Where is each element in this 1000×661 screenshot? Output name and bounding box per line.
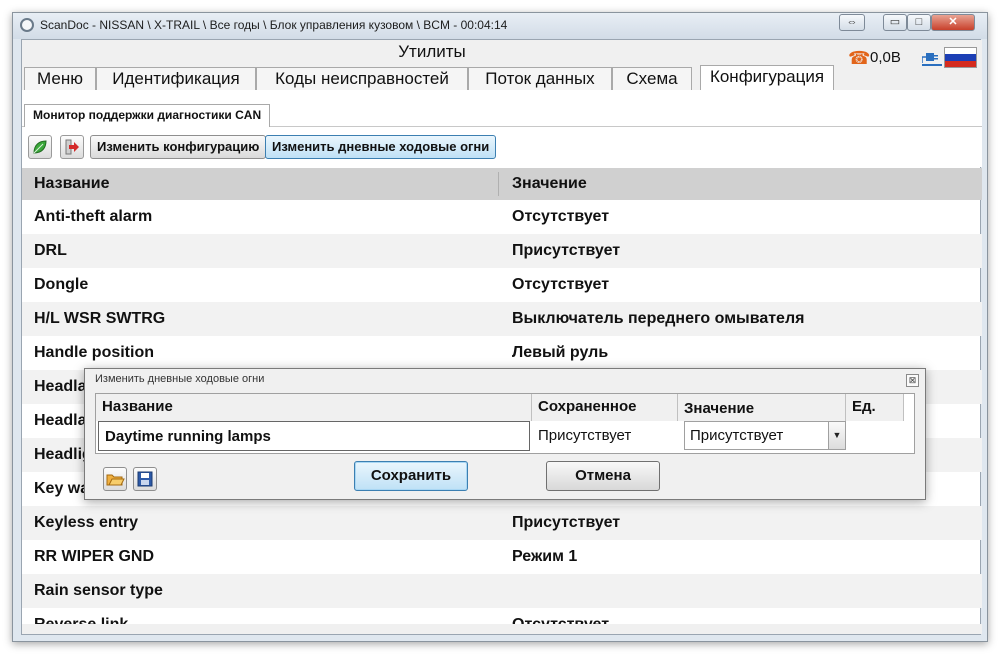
table-row[interactable]: H/L WSR SWTRG Выключатель переднего омыва… xyxy=(22,302,982,336)
save-disk-icon[interactable] xyxy=(133,467,157,491)
leaf-icon[interactable] xyxy=(28,135,52,159)
tab-data-stream[interactable]: Поток данных xyxy=(468,67,612,90)
maximize-button[interactable]: □ xyxy=(907,14,931,31)
table-row[interactable]: Anti-theft alarm Отсутствует xyxy=(22,200,982,234)
minimize-button[interactable]: ▭ xyxy=(883,14,907,31)
dialog-close-icon[interactable]: ⊠ xyxy=(906,374,919,387)
dialog-column-value[interactable]: Значение xyxy=(678,394,846,421)
dialog-column-saved[interactable]: Сохраненное xyxy=(532,394,678,421)
table-row[interactable]: Keyless entry Присутствует xyxy=(22,506,982,540)
subtab-strip: Монитор поддержки диагностики CAN xyxy=(22,90,982,127)
table-row[interactable]: Handle position Левый руль xyxy=(22,336,982,370)
plug-icon xyxy=(922,53,942,66)
phone-icon: ☎ xyxy=(848,48,871,68)
dialog-param-name[interactable]: Daytime running lamps xyxy=(98,421,530,451)
language-flag-icon[interactable] xyxy=(944,47,977,68)
cancel-button[interactable]: Отмена xyxy=(546,461,660,491)
tab-identification[interactable]: Идентификация xyxy=(96,67,256,90)
table-header: Название Значение xyxy=(22,168,982,200)
exit-arrow-icon[interactable] xyxy=(60,135,84,159)
dialog-saved-value: Присутствует xyxy=(538,427,632,444)
column-header-name[interactable]: Название xyxy=(34,168,110,200)
drl-dialog: Изменить дневные ходовые огни ⊠ Название… xyxy=(84,368,926,500)
main-content: Утилиты ☎ 0,0В Меню Идентификация Коды н… xyxy=(21,39,982,635)
value-select[interactable]: Присутствует ▼ xyxy=(684,421,846,450)
dialog-title: Изменить дневные ходовые огни xyxy=(95,373,265,385)
tab-menu[interactable]: Меню xyxy=(24,67,96,90)
restore-swap-button[interactable]: ⇔ xyxy=(839,14,865,31)
tab-diagram[interactable]: Схема xyxy=(612,67,692,90)
close-button[interactable]: ✕ xyxy=(931,14,975,31)
voltage-readout: 0,0В xyxy=(870,49,901,66)
value-select-text: Присутствует xyxy=(690,427,784,444)
save-button[interactable]: Сохранить xyxy=(354,461,468,491)
app-window: ScanDoc - NISSAN \ X-TRAIL \ Все годы \ … xyxy=(12,12,988,642)
chevron-down-icon[interactable]: ▼ xyxy=(828,422,845,449)
horizontal-scrollbar[interactable] xyxy=(22,624,982,634)
dialog-column-name[interactable]: Название xyxy=(96,394,532,421)
column-header-value[interactable]: Значение xyxy=(512,168,587,200)
toolbar: Изменить конфигурацию Изменить дневные х… xyxy=(22,127,982,167)
dialog-column-unit[interactable]: Ед. xyxy=(846,394,904,421)
app-logo-icon xyxy=(20,18,34,32)
table-row[interactable]: RR WIPER GND Режим 1 xyxy=(22,540,982,574)
title-bar: ScanDoc - NISSAN \ X-TRAIL \ Все годы \ … xyxy=(13,13,987,39)
dialog-table: Название Сохраненное Значение Ед. Daytim… xyxy=(95,393,915,454)
subtab-can-monitor[interactable]: Монитор поддержки диагностики CAN xyxy=(24,104,271,127)
table-row[interactable]: Rain sensor type xyxy=(22,574,982,608)
window-title: ScanDoc - NISSAN \ X-TRAIL \ Все годы \ … xyxy=(40,18,508,32)
column-divider[interactable] xyxy=(498,172,499,196)
tab-bar: Меню Идентификация Коды неисправностей П… xyxy=(22,64,842,90)
tab-configuration[interactable]: Конфигурация xyxy=(700,65,834,90)
table-row[interactable]: DRL Присутствует xyxy=(22,234,982,268)
utility-title: Утилиты xyxy=(22,40,842,65)
table-row[interactable]: Dongle Отсутствует xyxy=(22,268,982,302)
tab-fault-codes[interactable]: Коды неисправностей xyxy=(256,67,468,90)
change-drl-button[interactable]: Изменить дневные ходовые огни xyxy=(265,135,497,159)
change-config-button[interactable]: Изменить конфигурацию xyxy=(90,135,267,159)
dialog-unit-value xyxy=(846,421,904,451)
open-folder-icon[interactable] xyxy=(103,467,127,491)
